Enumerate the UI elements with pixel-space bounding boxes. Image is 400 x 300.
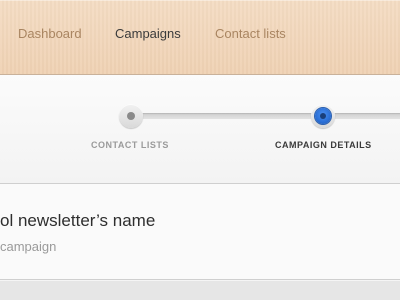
top-navigation: Dashboard Campaigns Contact lists [0,0,400,75]
wizard-track [130,113,400,119]
campaign-details-panel: ol newsletter’s name campaign [0,184,400,280]
step-label-campaign-details[interactable]: CAMPAIGN DETAILS [275,140,372,150]
nav-item-contact-lists[interactable]: Contact lists [215,26,286,42]
step-dot-inner-icon [127,112,135,120]
nav-item-campaigns[interactable]: Campaigns [115,26,181,42]
wizard-progress: CONTACT LISTS CAMPAIGN DETAILS [0,75,400,184]
step-campaign-details-indicator[interactable] [311,104,335,128]
nav-item-dashboard[interactable]: Dashboard [18,26,82,42]
step-active-dot-icon [315,108,331,124]
app-window: Dashboard Campaigns Contact lists CONTAC… [0,0,400,300]
step-label-contact-lists[interactable]: CONTACT LISTS [91,140,169,150]
newsletter-subtitle: campaign [0,239,57,254]
newsletter-name-title: ol newsletter’s name [0,211,156,230]
step-contact-lists-indicator[interactable] [119,104,143,128]
